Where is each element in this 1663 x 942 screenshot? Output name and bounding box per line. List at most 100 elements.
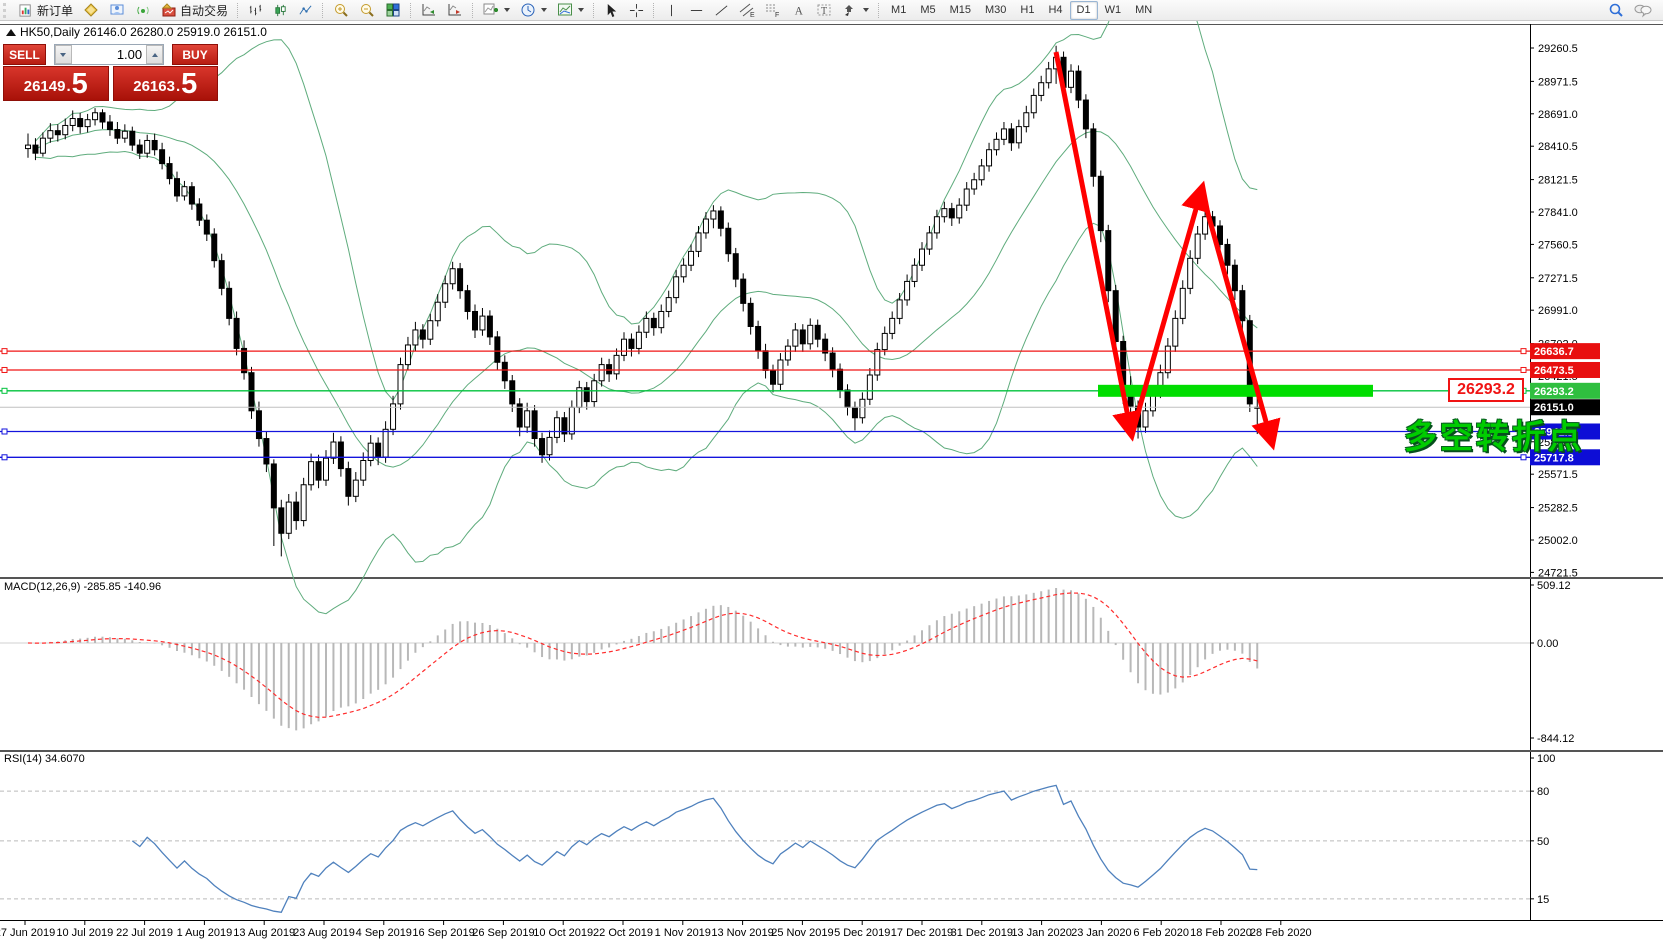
fibonacci-button[interactable]: F (760, 0, 786, 20)
line-chart-button[interactable] (293, 0, 318, 20)
separator (322, 2, 324, 18)
zoom-out-button[interactable] (354, 0, 380, 20)
crosshair-button[interactable] (624, 0, 649, 20)
cursor-icon (607, 3, 617, 17)
svg-text:13 Nov 2019: 13 Nov 2019 (711, 927, 773, 939)
data-window-button[interactable] (130, 0, 156, 20)
horizontal-line-button[interactable] (684, 0, 709, 20)
templates-button[interactable] (552, 0, 589, 20)
separator (878, 2, 880, 18)
tab-timeframe-m5[interactable]: M5 (913, 1, 942, 20)
svg-text:-844.12: -844.12 (1537, 733, 1574, 745)
channel-icon: E (739, 3, 755, 18)
chart-area[interactable]: 29260.5 28971.5 28691.0 28410.5 28121.5 27841… (0, 0, 1663, 942)
buy-price-frac: 5 (181, 68, 198, 100)
new-order-button[interactable]: 新订单 (14, 0, 78, 20)
svg-text:16 Sep 2019: 16 Sep 2019 (412, 927, 474, 939)
price-chart[interactable]: 29260.5 28971.5 28691.0 28410.5 28121.5 27841… (0, 0, 1663, 942)
svg-text:E: E (750, 12, 755, 18)
svg-text:26991.0: 26991.0 (1538, 305, 1578, 317)
horizontal-line-icon (690, 9, 703, 11)
bollinger-middle (35, 129, 1258, 468)
bar-chart-button[interactable] (243, 0, 268, 20)
templates-icon (558, 3, 573, 16)
volume-decrease-button[interactable] (54, 45, 72, 64)
buy-button[interactable]: BUY (172, 44, 218, 65)
collapse-arrow-icon[interactable] (6, 28, 16, 36)
separator (237, 2, 239, 18)
zoom-in-icon (335, 4, 348, 17)
market-watch-icon (110, 4, 124, 15)
arrows-icon (845, 5, 854, 16)
tab-timeframe-h4[interactable]: H4 (1041, 1, 1069, 20)
svg-text:28121.5: 28121.5 (1538, 175, 1578, 187)
svg-text:23 Jan 2020: 23 Jan 2020 (1071, 927, 1132, 939)
turning-point-text[interactable]: 多空转折点 (1404, 410, 1584, 458)
price-axis-ticks: 29260.5 28971.5 28691.0 28410.5 28121.5 27841… (1530, 43, 1578, 579)
chart-shift-button[interactable] (442, 0, 468, 20)
svg-text:6 Feb 2020: 6 Feb 2020 (1133, 927, 1189, 939)
autotrade-label: 自动交易 (180, 3, 229, 18)
svg-text:18 Feb 2020: 18 Feb 2020 (1190, 927, 1252, 939)
sell-price-frac: 5 (71, 68, 88, 100)
svg-text:31 Dec 2019: 31 Dec 2019 (951, 927, 1013, 939)
indicators-button[interactable] (478, 0, 515, 20)
svg-text:25571.5: 25571.5 (1538, 469, 1578, 481)
volume-increase-button[interactable] (146, 45, 164, 64)
svg-text:28410.5: 28410.5 (1538, 141, 1578, 153)
vertical-line-button[interactable] (659, 0, 684, 20)
svg-text:28971.5: 28971.5 (1538, 76, 1578, 88)
tab-timeframe-mn[interactable]: MN (1128, 1, 1159, 20)
date-axis: 27 Jun 2019 10 Jul 2019 22 Jul 2019 1 Aug 2… (0, 921, 1312, 939)
vertical-line-icon (671, 4, 672, 16)
trendline-button[interactable] (709, 0, 734, 20)
crosshair-icon (629, 3, 644, 17)
cursor-button[interactable] (599, 0, 624, 20)
periods-button[interactable] (515, 0, 552, 20)
market-watch-button[interactable] (104, 0, 130, 20)
zoom-in-button[interactable] (328, 0, 354, 20)
toolbar-grip[interactable] (3, 2, 11, 18)
tab-timeframe-w1[interactable]: W1 (1098, 1, 1129, 20)
sell-price[interactable]: 26149. 5 (3, 66, 109, 101)
auto-scroll-button[interactable] (416, 0, 442, 20)
svg-text:15: 15 (1537, 894, 1549, 906)
channel-button[interactable]: E (734, 0, 760, 20)
sell-button[interactable]: SELL (3, 44, 46, 65)
symbol-ohlc-text: HK50,Daily 26146.0 26280.0 25919.0 26151… (20, 25, 267, 39)
profiles-button[interactable] (78, 0, 104, 20)
arrows-button[interactable] (837, 0, 874, 20)
volume-stepper[interactable] (53, 44, 165, 65)
volume-input[interactable] (71, 45, 147, 64)
tab-timeframe-m15[interactable]: M15 (943, 1, 978, 20)
new-order-label: 新订单 (37, 3, 74, 18)
one-click-trading-panel[interactable]: SELL BUY 26149.5 26163.5 (3, 44, 218, 101)
autotrade-button[interactable]: 自动交易 (156, 0, 233, 20)
support-band[interactable] (1098, 384, 1373, 397)
text-label-button[interactable]: T (811, 0, 837, 20)
sell-price-int: 26149 (23, 78, 66, 95)
tab-timeframe-m30[interactable]: M30 (978, 1, 1013, 20)
svg-text:80: 80 (1537, 786, 1549, 798)
horizontal-levels: 26636.726473.526293.225941.125717.8 (0, 343, 1600, 466)
svg-text:22 Oct 2019: 22 Oct 2019 (593, 927, 653, 939)
tab-timeframe-m1[interactable]: M1 (884, 1, 913, 20)
text-button[interactable]: A (786, 0, 811, 20)
tab-timeframe-h1[interactable]: H1 (1013, 1, 1041, 20)
svg-text:25282.5: 25282.5 (1538, 503, 1578, 515)
tab-timeframe-d1[interactable]: D1 (1069, 0, 1098, 20)
svg-text:A: A (795, 5, 804, 17)
community-button[interactable] (1629, 0, 1657, 20)
macd-signal-line (27, 592, 1258, 718)
svg-text:27841.0: 27841.0 (1538, 207, 1578, 219)
price-flag-label[interactable]: 26293.2 (1448, 378, 1524, 402)
svg-text:1 Nov 2019: 1 Nov 2019 (655, 927, 711, 939)
svg-text:4 Sep 2019: 4 Sep 2019 (356, 927, 412, 939)
separator (653, 2, 655, 18)
buy-price[interactable]: 26163. 5 (112, 66, 218, 101)
candlestick-button[interactable] (268, 0, 293, 20)
tile-windows-button[interactable] (380, 0, 406, 20)
tile-windows-icon (386, 3, 400, 17)
candlestick-icon (275, 4, 286, 16)
search-button[interactable] (1603, 0, 1629, 20)
